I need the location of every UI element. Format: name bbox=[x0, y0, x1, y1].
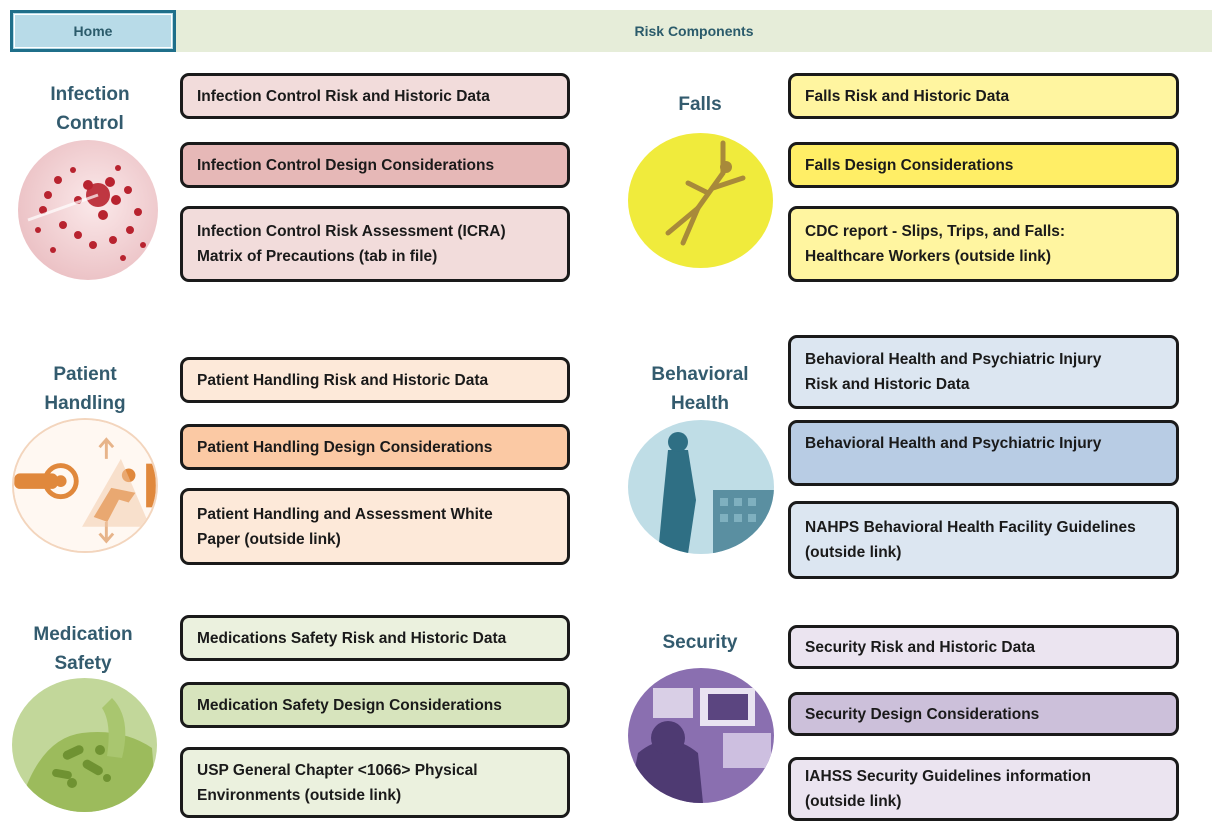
link-label: Infection Control Risk Assessment (ICRA)… bbox=[197, 223, 506, 265]
security-monitor-icon bbox=[628, 668, 774, 803]
cdc-slips-trips-falls-link[interactable]: CDC report - Slips, Trips, and Falls: He… bbox=[788, 206, 1179, 282]
link-label: Patient Handling Risk and Historic Data bbox=[197, 371, 489, 389]
link-label: Falls Risk and Historic Data bbox=[805, 87, 1010, 105]
link-label: Patient Handling Design Considerations bbox=[197, 438, 493, 456]
link-label: Behavioral Health and Psychiatric Injury… bbox=[805, 351, 1102, 393]
patient-handling-design-link[interactable]: Patient Handling Design Considerations bbox=[180, 424, 570, 470]
security-risk-data-link[interactable]: Security Risk and Historic Data bbox=[788, 625, 1179, 669]
icra-matrix-link[interactable]: Infection Control Risk Assessment (ICRA)… bbox=[180, 206, 570, 282]
link-label: Security Risk and Historic Data bbox=[805, 638, 1035, 656]
medication-safety-design-link[interactable]: Medication Safety Design Considerations bbox=[180, 682, 570, 728]
falls-risk-data-link[interactable]: Falls Risk and Historic Data bbox=[788, 73, 1179, 119]
infection-control-design-link[interactable]: Infection Control Design Considerations bbox=[180, 142, 570, 188]
link-label: Infection Control Risk and Historic Data bbox=[197, 87, 490, 105]
patient-handling-title: Patient Handling bbox=[10, 360, 160, 418]
link-label: IAHSS Security Guidelines information (o… bbox=[805, 768, 1091, 810]
security-title: Security bbox=[625, 628, 775, 657]
medication-safety-risk-data-link[interactable]: Medications Safety Risk and Historic Dat… bbox=[180, 615, 570, 661]
usp-chapter-1066-link[interactable]: USP General Chapter <1066> Physical Envi… bbox=[180, 747, 570, 818]
falls-title-text: Falls bbox=[678, 94, 722, 115]
nahps-guidelines-link[interactable]: NAHPS Behavioral Health Facility Guideli… bbox=[788, 501, 1179, 579]
behavioral-health-title: Behavioral Health bbox=[625, 360, 775, 418]
behavioral-health-injury-link[interactable]: Behavioral Health and Psychiatric Injury bbox=[788, 420, 1179, 486]
patient-handling-risk-data-link[interactable]: Patient Handling Risk and Historic Data bbox=[180, 357, 570, 403]
security-design-link[interactable]: Security Design Considerations bbox=[788, 692, 1179, 736]
falls-design-link[interactable]: Falls Design Considerations bbox=[788, 142, 1179, 188]
link-label: Behavioral Health and Psychiatric Injury bbox=[805, 435, 1102, 452]
behavioral-health-risk-data-link[interactable]: Behavioral Health and Psychiatric Injury… bbox=[788, 335, 1179, 409]
link-label: Infection Control Design Considerations bbox=[197, 156, 495, 174]
link-label: NAHPS Behavioral Health Facility Guideli… bbox=[805, 519, 1136, 561]
infection-control-risk-data-link[interactable]: Infection Control Risk and Historic Data bbox=[180, 73, 570, 119]
medication-pills-icon bbox=[12, 678, 157, 812]
patient-handling-icon bbox=[12, 418, 158, 553]
page-title: Risk Components bbox=[634, 23, 754, 39]
medication-safety-title-text: Medication Safety bbox=[33, 624, 133, 674]
home-button[interactable]: Home bbox=[10, 10, 176, 52]
link-label: Medications Safety Risk and Historic Dat… bbox=[197, 629, 507, 647]
bacteria-icon bbox=[18, 140, 158, 280]
medication-safety-title: Medication Safety bbox=[8, 620, 158, 678]
infection-control-title: Infection Control bbox=[15, 80, 165, 138]
behavioral-health-icon bbox=[628, 420, 774, 554]
link-label: Security Design Considerations bbox=[805, 705, 1040, 723]
infection-control-title-text: Infection Control bbox=[50, 84, 130, 134]
falling-person-icon bbox=[628, 133, 773, 268]
patient-handling-title-text: Patient Handling bbox=[44, 364, 126, 414]
link-label: Medication Safety Design Considerations bbox=[197, 696, 502, 714]
iahss-guidelines-link[interactable]: IAHSS Security Guidelines information (o… bbox=[788, 757, 1179, 821]
patient-handling-white-paper-link[interactable]: Patient Handling and Assessment White Pa… bbox=[180, 488, 570, 565]
behavioral-health-title-text: Behavioral Health bbox=[651, 364, 749, 414]
link-label: Falls Design Considerations bbox=[805, 156, 1014, 174]
link-label: Patient Handling and Assessment White Pa… bbox=[197, 505, 493, 548]
security-title-text: Security bbox=[662, 632, 738, 653]
falls-title: Falls bbox=[625, 90, 775, 119]
link-label: USP General Chapter <1066> Physical Envi… bbox=[197, 761, 478, 804]
link-label: CDC report - Slips, Trips, and Falls: He… bbox=[805, 223, 1066, 265]
